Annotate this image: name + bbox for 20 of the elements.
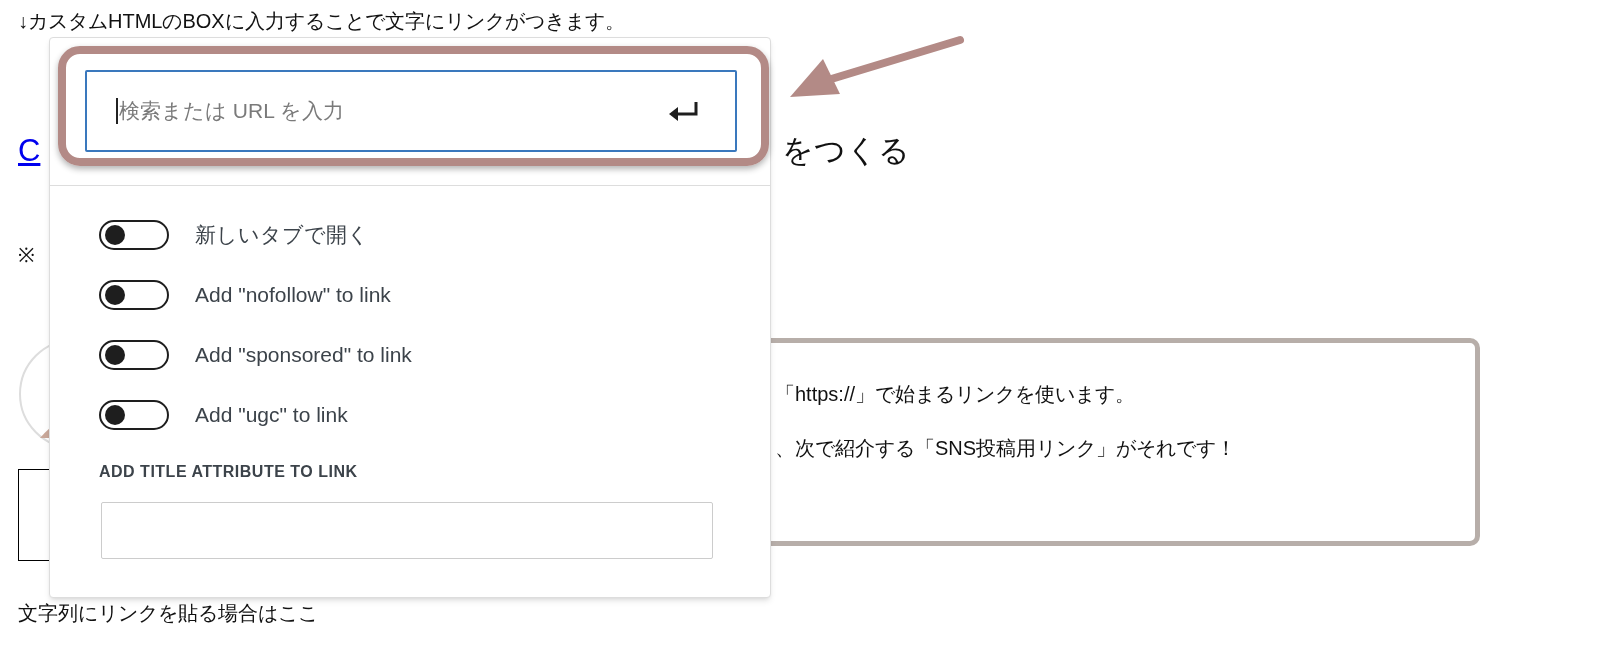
toggle-label: Add "ugc" to link — [195, 402, 348, 429]
heading-text: をつくる — [782, 131, 911, 170]
toggle-switch[interactable] — [99, 340, 169, 370]
input-field[interactable]: 検索または URL を入力 — [85, 70, 737, 152]
heading-link[interactable]: C — [18, 127, 41, 175]
intro-text: ↓カスタムHTMLのBOXに入力することで文字にリンクがつきます。 — [18, 9, 625, 34]
callout-text: 、次で紹介する「SNS投稿用リンク」がそれです！ — [775, 436, 1238, 461]
footer-text: 文字列にリンクを貼る場合はここ — [18, 601, 318, 625]
enter-icon[interactable] — [669, 101, 699, 121]
title-input[interactable] — [101, 502, 713, 559]
toggle-label: 新しいタブで開く — [195, 222, 369, 249]
field-label: ADD TITLE ATTRIBUTE TO LINK — [99, 462, 359, 482]
toggle-switch[interactable] — [99, 280, 169, 310]
note-mark: ※ — [18, 243, 35, 268]
toggle-label: Add "sponsored" to link — [195, 342, 412, 369]
toggle-label: Add "nofollow" to link — [195, 282, 391, 309]
toggle-switch[interactable] — [99, 400, 169, 430]
text-cursor — [116, 98, 118, 124]
toggle-switch[interactable] — [99, 220, 169, 250]
callout-text: 「https://」で始まるリンクを使います。 — [775, 382, 1137, 407]
